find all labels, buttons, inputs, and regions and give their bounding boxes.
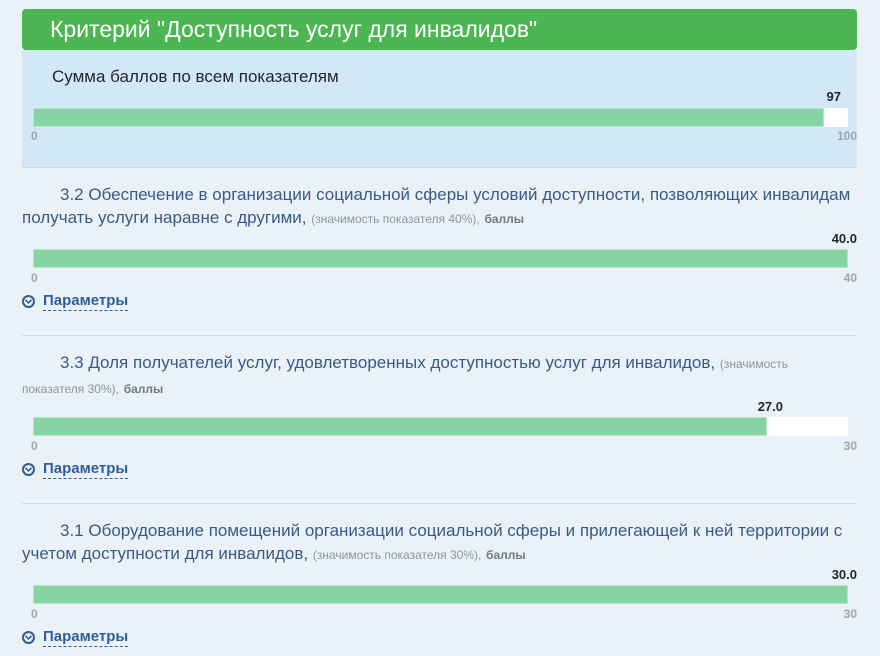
summary-caption: Сумма баллов по всем показателям — [52, 67, 339, 86]
indicator-progress-fill — [33, 585, 848, 604]
indicator-unit: баллы — [484, 212, 525, 226]
indicator-value: 27.0 — [757, 399, 783, 414]
parameters-label[interactable]: Параметры — [43, 292, 129, 311]
criterion-header: Критерий "Доступность услуг для инвалидо… — [22, 9, 857, 50]
parameters-toggle[interactable]: Параметры — [22, 460, 129, 479]
criterion-title: Критерий "Доступность услуг для инвалидо… — [50, 16, 538, 42]
indicator-title: 3.3 Доля получателей услуг, удовлетворен… — [22, 351, 852, 401]
indicator-progress-bar — [33, 585, 848, 604]
indicator-progress-bar — [33, 417, 848, 436]
chevron-down-circle-icon — [22, 463, 35, 476]
indicator-max-label: 30 — [843, 439, 857, 453]
section-divider — [22, 335, 857, 336]
parameters-label[interactable]: Параметры — [43, 460, 129, 479]
summary-progress-bar — [33, 108, 848, 127]
indicator-title: 3.2 Обеспечение в организации социальной… — [22, 183, 852, 231]
indicator-max-label: 30 — [843, 607, 857, 621]
parameters-toggle[interactable]: Параметры — [22, 292, 129, 311]
indicator-title-text: 3.3 Доля получателей услуг, удовлетворен… — [60, 353, 716, 372]
indicator-unit: баллы — [486, 548, 526, 562]
section-divider — [22, 503, 857, 504]
chevron-down-circle-icon — [22, 295, 35, 308]
indicator-min-label: 0 — [31, 271, 38, 285]
indicator-unit: баллы — [123, 382, 164, 396]
indicator-weight-note: (значимость показателя 30%), — [312, 548, 482, 562]
parameters-toggle[interactable]: Параметры — [22, 628, 129, 647]
summary-max-label: 100 — [836, 129, 857, 143]
summary-value: 97 — [826, 89, 841, 104]
indicator-progress-fill — [33, 417, 767, 436]
indicator-value: 40.0 — [831, 231, 857, 246]
indicator-progress-fill — [33, 249, 848, 268]
indicator-title: 3.1 Оборудование помещений организации с… — [22, 519, 852, 567]
indicator-min-label: 0 — [31, 607, 38, 621]
summary-panel: Сумма баллов по всем показателям 97 0 10… — [22, 50, 857, 168]
indicator-weight-note: (значимость показателя 40%), — [311, 212, 480, 226]
indicator-value: 30.0 — [831, 567, 857, 582]
chevron-down-circle-icon — [22, 631, 35, 644]
summary-min-label: 0 — [31, 129, 38, 143]
summary-progress-fill — [33, 108, 824, 127]
indicator-max-label: 40 — [843, 271, 857, 285]
indicator-min-label: 0 — [31, 439, 38, 453]
indicator-progress-bar — [33, 249, 848, 268]
parameters-label[interactable]: Параметры — [43, 628, 129, 647]
